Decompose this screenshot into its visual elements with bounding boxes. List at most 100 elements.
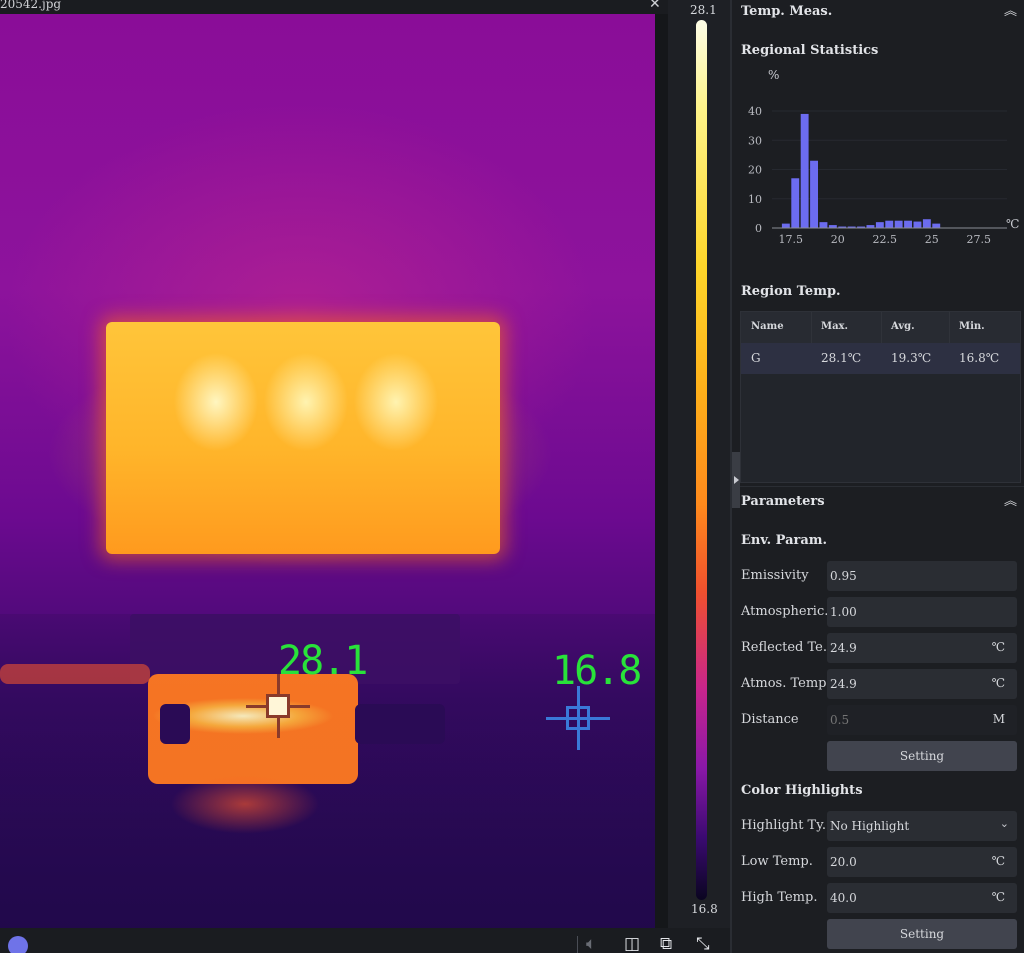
histogram-bar[interactable]	[894, 220, 903, 228]
histogram-bar[interactable]	[875, 222, 884, 228]
low-temp-field[interactable]: ℃	[827, 847, 1017, 877]
col-max: Max.	[821, 321, 848, 332]
histogram-bar[interactable]	[781, 223, 790, 228]
highlight-type-select[interactable]: No Highlight ⌄	[827, 811, 1017, 841]
high-temp-label: High Temp.	[741, 890, 818, 905]
row-name: G	[751, 351, 761, 365]
double-chevron-up-icon[interactable]: ︽	[1004, 495, 1017, 508]
low-temp-input[interactable]	[830, 847, 980, 877]
table-row[interactable]: G 28.1℃ 19.3℃ 16.8℃	[741, 343, 1020, 374]
thermal-image[interactable]	[0, 14, 655, 928]
toolbar-divider	[577, 936, 578, 953]
highlight-type-value: No Highlight	[830, 819, 910, 833]
highlight-type-label: Highlight Ty...	[741, 818, 835, 833]
file-name: 20542.jpg	[0, 0, 62, 11]
color-highlights-title: Color Highlights	[741, 783, 863, 798]
atmospheric-transmittance-input[interactable]	[830, 597, 980, 627]
highlight-setting-button[interactable]: Setting	[827, 919, 1017, 949]
volume-icon[interactable]: 🔈︎	[586, 934, 596, 953]
histogram-svg: % ℃ 0 10 20 30 40 17.5 20 22.5 25 27.5	[748, 68, 1019, 246]
measurement-panel: Temp. Meas. ︽ Regional Statistics % ℃ 0 1…	[732, 0, 1024, 953]
region-temp-title: Region Temp.	[741, 284, 841, 299]
histogram-bar[interactable]	[819, 222, 828, 228]
row-max: 28.1℃	[821, 351, 862, 365]
reflected-temp-label: Reflected Te...	[741, 640, 836, 655]
column-divider	[811, 312, 812, 343]
y-tick-label: 20	[748, 164, 762, 177]
y-tick-label: 0	[755, 222, 762, 235]
column-divider	[881, 312, 882, 343]
min-temp-crosshair-icon[interactable]	[546, 686, 610, 750]
env-setting-button[interactable]: Setting	[827, 741, 1017, 771]
distance-field[interactable]: M	[827, 705, 1017, 735]
atmos-temp-field[interactable]: ℃	[827, 669, 1017, 699]
distance-input[interactable]	[830, 705, 980, 735]
fullscreen-icon[interactable]: ⤡	[696, 934, 710, 953]
histogram-bar[interactable]	[913, 221, 922, 228]
histogram-bar[interactable]	[904, 220, 912, 228]
y-tick-label: 40	[748, 105, 762, 118]
reflected-temp-input[interactable]	[830, 633, 980, 663]
celsius-unit: ℃	[991, 676, 1005, 690]
image-viewer: 20542.jpg ✕ 28.1 16.8	[0, 0, 668, 953]
reflected-temp-field[interactable]: ℃	[827, 633, 1017, 663]
histogram-bar[interactable]	[922, 219, 931, 228]
histogram-bar[interactable]	[932, 223, 941, 228]
row-min: 16.8℃	[959, 351, 1000, 365]
section-divider	[732, 486, 1024, 487]
scale-min-value: 16.8	[691, 902, 718, 916]
parameters-title: Parameters	[741, 494, 825, 509]
y-tick-label: 10	[748, 193, 762, 206]
x-tick-label: 17.5	[779, 233, 804, 246]
double-chevron-up-icon[interactable]: ︽	[1004, 5, 1017, 18]
split-view-icon[interactable]: ◫	[624, 934, 640, 953]
thermal-region-left-glow	[0, 664, 150, 684]
color-scale-bar[interactable]	[696, 20, 707, 900]
histogram-bar[interactable]	[810, 160, 818, 228]
col-name: Name	[751, 321, 784, 332]
x-tick-label: 25	[925, 233, 939, 246]
copy-icon[interactable]: ⧉	[660, 934, 672, 953]
histogram-bar[interactable]	[800, 113, 809, 228]
celsius-unit: ℃	[991, 640, 1005, 654]
emissivity-label: Emissivity	[741, 568, 809, 583]
meter-unit: M	[992, 712, 1005, 726]
table-header: Name Max. Avg. Min.	[741, 312, 1020, 343]
atmos-temp-input[interactable]	[830, 669, 980, 699]
env-param-title: Env. Param.	[741, 533, 828, 548]
histogram-chart: % ℃ 0 10 20 30 40 17.5 20 22.5 25 27.5	[732, 62, 1024, 252]
crosshair-box	[566, 706, 590, 730]
max-temp-crosshair-icon[interactable]	[246, 674, 310, 738]
regional-stats-title: Regional Statistics	[741, 43, 879, 58]
celsius-unit: ℃	[991, 890, 1005, 904]
viewer-toolbar	[0, 928, 730, 953]
thermal-region-shelf	[355, 704, 445, 744]
high-temp-input[interactable]	[830, 883, 980, 913]
y-axis-label: %	[768, 68, 779, 82]
high-temp-field[interactable]: ℃	[827, 883, 1017, 913]
slider-handle[interactable]	[8, 936, 28, 953]
column-divider	[949, 312, 950, 343]
emissivity-input[interactable]	[830, 561, 980, 591]
celsius-unit: ℃	[991, 854, 1005, 868]
row-avg: 19.3℃	[891, 351, 932, 365]
col-min: Min.	[959, 321, 985, 332]
close-icon[interactable]: ✕	[649, 0, 661, 12]
atmospheric-transmittance-field[interactable]	[827, 597, 1017, 627]
thermal-region-tv-screen	[106, 322, 500, 554]
x-axis-label: ℃	[1006, 217, 1019, 231]
emissivity-field[interactable]	[827, 561, 1017, 591]
chevron-down-icon[interactable]: ⌄	[1000, 817, 1009, 830]
x-tick-label: 20	[831, 233, 845, 246]
histogram-bar[interactable]	[791, 178, 800, 228]
thermal-region-lower-glow	[170, 774, 320, 834]
histogram-bar[interactable]	[885, 220, 894, 228]
atmospheric-transmittance-label: Atmospheric...	[741, 604, 837, 619]
y-tick-label: 30	[748, 134, 762, 147]
col-avg: Avg.	[891, 321, 915, 332]
x-tick-label: 22.5	[873, 233, 898, 246]
atmos-temp-label: Atmos. Temp.	[741, 676, 831, 691]
distance-label: Distance	[741, 712, 799, 727]
thermal-region-shelf-left	[160, 704, 190, 744]
collapse-panel-toggle[interactable]	[732, 452, 740, 508]
